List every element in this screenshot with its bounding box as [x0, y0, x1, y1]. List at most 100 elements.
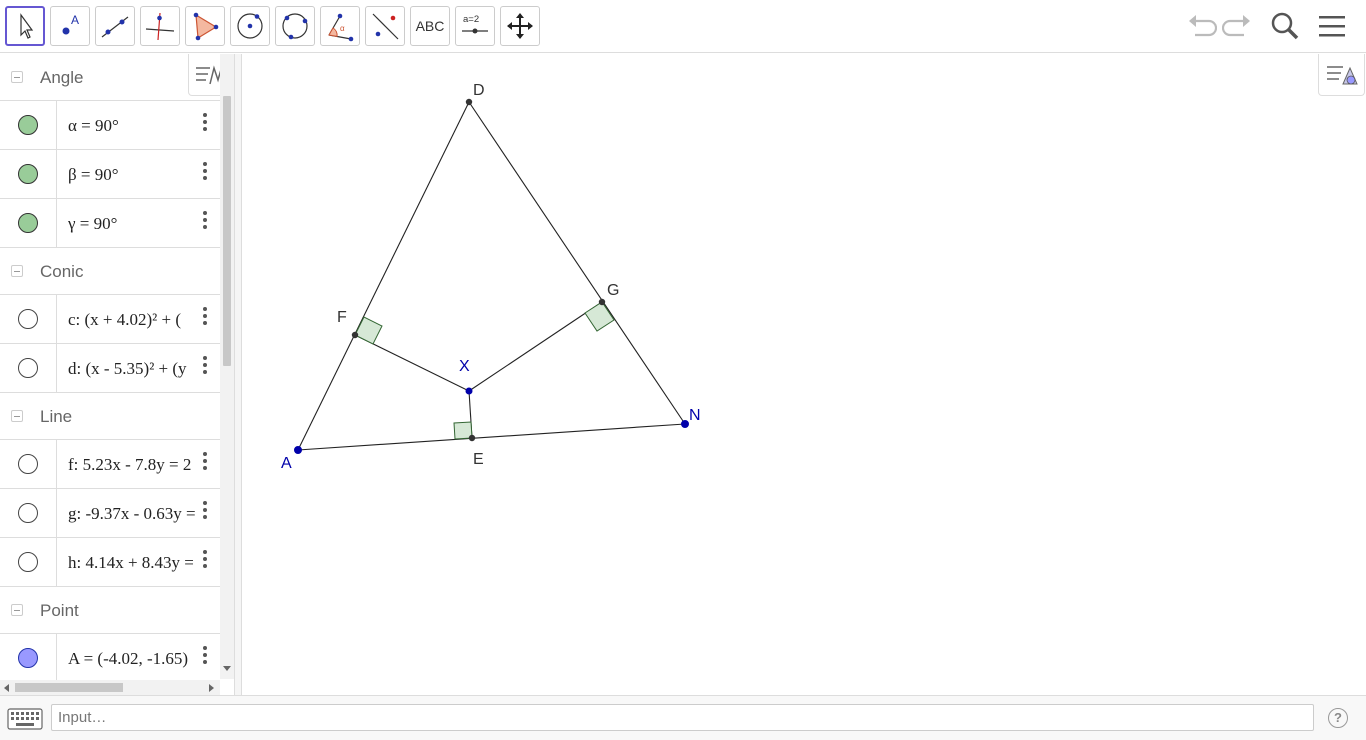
point-F[interactable]	[351, 331, 359, 339]
collapse-icon[interactable]	[11, 71, 23, 83]
point-D[interactable]	[465, 98, 473, 106]
more-options-icon[interactable]	[201, 646, 209, 666]
point-N[interactable]	[681, 420, 689, 428]
reflect-tool-button[interactable]	[365, 6, 405, 46]
collapse-icon[interactable]	[11, 604, 23, 616]
algebra-item-A[interactable]: A = (-4.02, -1.65)	[0, 634, 220, 683]
circle-three-points-tool-button[interactable]	[275, 6, 315, 46]
more-options-icon[interactable]	[201, 307, 209, 327]
polygon-icon	[193, 12, 219, 41]
segment-XG[interactable]	[468, 301, 603, 392]
algebra-input-field[interactable]	[51, 704, 1314, 731]
search-button[interactable]	[1267, 8, 1303, 44]
group-header-conic[interactable]: Conic	[0, 248, 220, 295]
segment-DN[interactable]	[468, 101, 686, 425]
algebra-item-text[interactable]: γ = 90°	[68, 214, 220, 234]
redo-button[interactable]	[1220, 8, 1256, 44]
visibility-toggle[interactable]	[18, 358, 38, 378]
point-X[interactable]	[465, 387, 473, 395]
circle-center-point-tool-button[interactable]	[230, 6, 270, 46]
algebra-item-text[interactable]: f: 5.23x - 7.8y = 2	[68, 455, 220, 475]
construction-canvas[interactable]: A N D F G E X	[242, 54, 1366, 695]
point-G[interactable]	[598, 298, 606, 306]
graphics-style-bar-toggle[interactable]	[1318, 54, 1365, 96]
svg-text:a=2: a=2	[463, 14, 479, 25]
algebra-item-f[interactable]: f: 5.23x - 7.8y = 2	[0, 440, 220, 489]
scrollbar-thumb[interactable]	[15, 683, 123, 692]
collapse-icon[interactable]	[11, 410, 23, 422]
collapse-icon[interactable]	[11, 265, 23, 277]
scroll-right-arrow-icon[interactable]	[209, 684, 214, 692]
polygon-tool-button[interactable]	[185, 6, 225, 46]
more-options-icon[interactable]	[201, 211, 209, 231]
move-tool-button[interactable]	[5, 6, 45, 46]
visibility-toggle[interactable]	[18, 213, 38, 233]
point-tool-button[interactable]: A	[50, 6, 90, 46]
more-options-icon[interactable]	[201, 501, 209, 521]
graphics-view[interactable]: A N D F G E X	[242, 54, 1366, 695]
slider-tool-button[interactable]: a=2	[455, 6, 495, 46]
algebra-item-beta[interactable]: β = 90°	[0, 150, 220, 199]
circle-three-points-icon	[282, 13, 308, 40]
scroll-down-arrow-icon[interactable]	[223, 666, 231, 671]
algebra-item-g[interactable]: g: -9.37x - 0.63y =	[0, 489, 220, 538]
label-A: A	[281, 455, 292, 472]
more-options-icon[interactable]	[201, 162, 209, 182]
visibility-toggle[interactable]	[18, 115, 38, 135]
move-graphics-tool-button[interactable]	[500, 6, 540, 46]
text-tool-button[interactable]: ABC	[410, 6, 450, 46]
scrollbar-thumb[interactable]	[223, 96, 231, 366]
algebra-item-text[interactable]: A = (-4.02, -1.65)	[68, 649, 220, 669]
perpendicular-icon	[145, 12, 175, 41]
perpendicular-line-tool-button[interactable]	[140, 6, 180, 46]
more-options-icon[interactable]	[201, 356, 209, 376]
algebra-item-text[interactable]: d: (x - 5.35)² + (y	[68, 359, 220, 379]
redo-icon	[1222, 15, 1250, 37]
algebra-item-text[interactable]: β = 90°	[68, 165, 220, 185]
help-button[interactable]: ?	[1328, 708, 1348, 728]
more-options-icon[interactable]	[201, 452, 209, 472]
group-title: Angle	[40, 68, 84, 87]
group-header-line[interactable]: Line	[0, 393, 220, 440]
view-divider[interactable]	[234, 54, 242, 695]
visibility-cell	[0, 150, 57, 198]
right-angle-beta[interactable]	[584, 301, 615, 332]
segment-AD[interactable]	[297, 101, 470, 451]
algebra-item-d[interactable]: d: (x - 5.35)² + (y	[0, 344, 220, 393]
point-E[interactable]	[468, 434, 476, 442]
algebra-item-h[interactable]: h: 4.14x + 8.43y =	[0, 538, 220, 587]
search-icon	[1271, 12, 1299, 40]
more-options-icon[interactable]	[201, 113, 209, 133]
right-angle-alpha[interactable]	[354, 316, 383, 345]
vertical-scrollbar[interactable]	[220, 54, 234, 679]
visibility-cell	[0, 344, 57, 392]
visibility-toggle[interactable]	[18, 164, 38, 184]
algebra-item-alpha[interactable]: α = 90°	[0, 101, 220, 150]
algebra-item-text[interactable]: h: 4.14x + 8.43y =	[68, 553, 220, 573]
visibility-toggle[interactable]	[18, 552, 38, 572]
algebra-item-text[interactable]: α = 90°	[68, 116, 220, 136]
visibility-toggle[interactable]	[18, 503, 38, 523]
scroll-left-arrow-icon[interactable]	[4, 684, 9, 692]
menu-button[interactable]	[1314, 8, 1350, 44]
undo-button[interactable]	[1183, 8, 1219, 44]
keyboard-button[interactable]	[1, 704, 49, 734]
algebra-item-gamma[interactable]: γ = 90°	[0, 199, 220, 248]
group-header-point[interactable]: Point	[0, 587, 220, 634]
algebra-item-c[interactable]: c: (x + 4.02)² + (	[0, 295, 220, 344]
point-A[interactable]	[294, 446, 302, 454]
angle-tool-button[interactable]: α	[320, 6, 360, 46]
visibility-toggle[interactable]	[18, 454, 38, 474]
horizontal-scrollbar[interactable]	[0, 680, 220, 695]
visibility-cell	[0, 538, 57, 586]
group-header-angle[interactable]: Angle	[0, 54, 220, 101]
reflect-icon	[372, 13, 399, 40]
algebra-item-text[interactable]: c: (x + 4.02)² + (	[68, 310, 220, 330]
segment-AN[interactable]	[297, 423, 686, 451]
visibility-toggle[interactable]	[18, 309, 38, 329]
more-options-icon[interactable]	[201, 550, 209, 570]
visibility-toggle[interactable]	[18, 648, 38, 668]
algebra-item-text[interactable]: g: -9.37x - 0.63y =	[68, 504, 220, 524]
line-tool-button[interactable]	[95, 6, 135, 46]
text-icon: ABC	[415, 18, 445, 34]
